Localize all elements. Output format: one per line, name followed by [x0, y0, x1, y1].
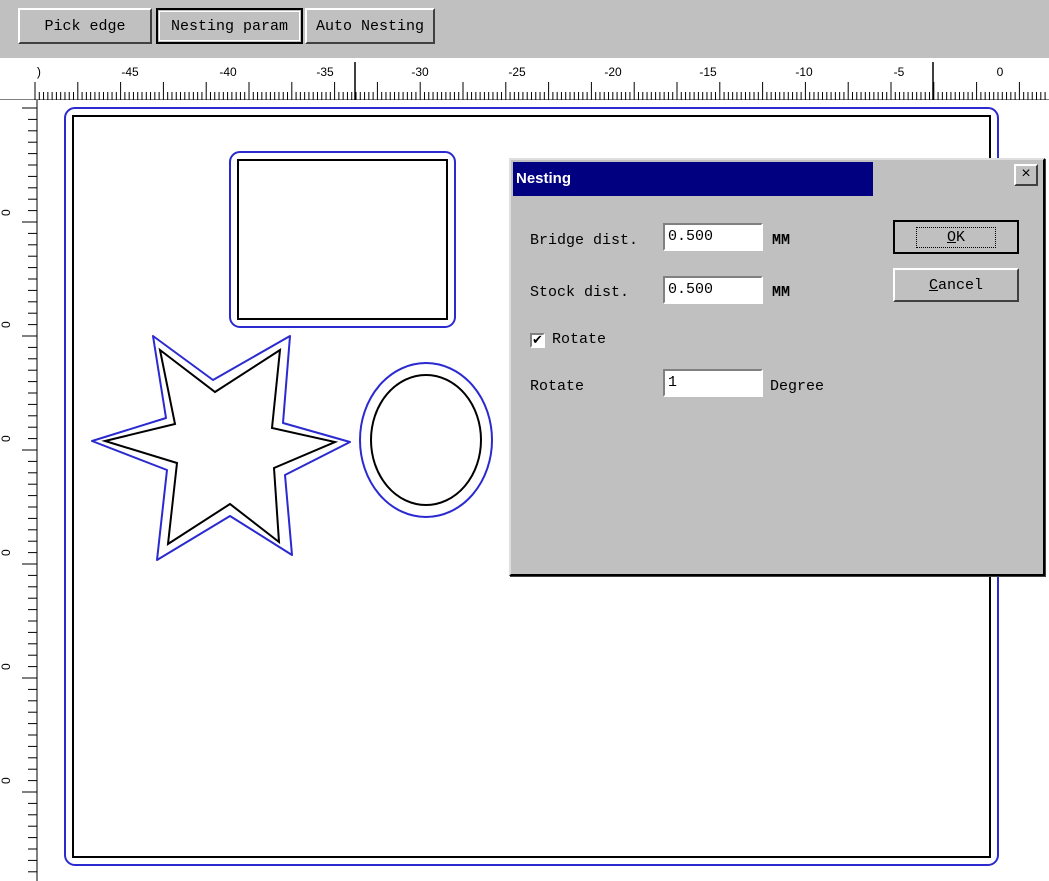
rotate-degree-input[interactable]: 1: [663, 369, 763, 397]
ruler-label: 0: [0, 549, 13, 556]
toolbar: Pick edge Nesting param Auto Nesting: [0, 0, 1049, 58]
ruler-label: -20: [604, 65, 622, 79]
ruler-label: -5: [894, 65, 905, 79]
ruler-label: 0: [0, 321, 13, 328]
auto-nesting-button[interactable]: Auto Nesting: [305, 8, 435, 44]
pick-edge-button[interactable]: Pick edge: [18, 8, 152, 44]
ruler-label: -10: [795, 65, 813, 79]
close-button[interactable]: ×: [1014, 164, 1038, 186]
ruler-label: 0: [0, 209, 13, 216]
rotate-label: Rotate: [530, 378, 585, 395]
rotate-checkbox[interactable]: ✔: [530, 333, 545, 348]
ruler-label: -25: [508, 65, 526, 79]
ok-button[interactable]: OK: [893, 220, 1019, 254]
stock-dist-input[interactable]: 0.500: [663, 276, 763, 304]
ruler-label: -35: [316, 65, 334, 79]
ruler-label: 0: [0, 435, 13, 442]
ok-button-label: OK: [915, 226, 997, 248]
cancel-button[interactable]: Cancel: [893, 268, 1019, 302]
bridge-dist-input[interactable]: 0.500: [663, 223, 763, 251]
rotate-checkbox-label: Rotate: [552, 331, 607, 348]
ruler-label: 0: [0, 663, 13, 670]
checkmark-icon: ✔: [532, 333, 543, 348]
stock-unit-label: MM: [772, 284, 791, 301]
stock-dist-label: Stock dist.: [530, 284, 630, 301]
vertical-ruler: 0 0 0 0 0 0: [0, 100, 40, 881]
ruler-label: 0: [0, 777, 13, 784]
ruler-label: -30: [411, 65, 429, 79]
circle-part-outline: [359, 362, 493, 518]
rectangle-part-outline: [229, 151, 456, 328]
rectangle-part[interactable]: [237, 159, 448, 320]
dialog-title: Nesting: [513, 162, 873, 196]
nesting-dialog: Nesting × Bridge dist. 0.500 MM Stock di…: [509, 158, 1045, 576]
nesting-param-button[interactable]: Nesting param: [156, 8, 303, 44]
bridge-dist-label: Bridge dist.: [530, 232, 639, 249]
star-part[interactable]: [101, 347, 339, 546]
bridge-unit-label: MM: [772, 232, 791, 249]
ruler-label: -45: [121, 65, 139, 79]
rotate-unit-label: Degree: [770, 378, 825, 395]
ruler-label-partial: ): [35, 66, 42, 80]
ruler-label: -15: [699, 65, 717, 79]
cancel-button-label: Cancel: [928, 276, 984, 294]
ruler-label: 0: [997, 65, 1004, 79]
horizontal-ruler: ) -45 -40 -35 -30 -25 -20 -15 -10 -5 0: [0, 58, 1049, 100]
circle-part[interactable]: [370, 374, 482, 506]
ruler-label: -40: [219, 65, 237, 79]
